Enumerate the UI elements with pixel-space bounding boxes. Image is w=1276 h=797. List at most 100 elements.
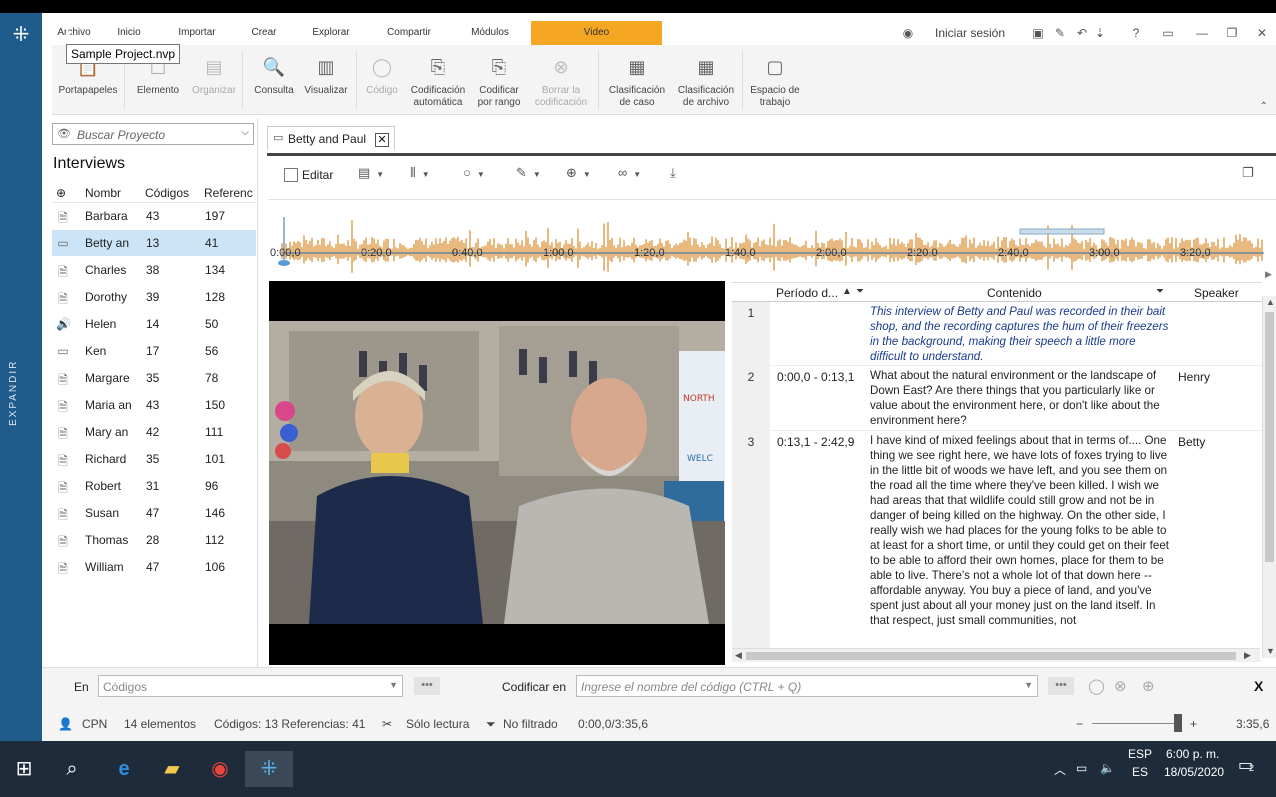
list-item[interactable]: 🗎 Susan 47 146 — [52, 500, 256, 526]
code-button[interactable]: ◯ Código — [360, 45, 404, 115]
column-content[interactable]: Contenido — [987, 286, 1042, 300]
visualize-button[interactable]: ▥ Visualizar — [300, 45, 352, 115]
file-explorer-icon[interactable]: ▰ — [148, 751, 196, 787]
scroll-thumb[interactable] — [1265, 312, 1274, 562]
search-project-input[interactable]: 👁 Buscar Proyecto ⌵ — [52, 123, 254, 145]
zoom-out-icon[interactable]: − — [1076, 717, 1083, 731]
close-window-icon[interactable]: ✕ — [1254, 21, 1270, 45]
tab-video[interactable]: Video — [531, 21, 662, 45]
edge-browser-icon[interactable]: e — [100, 751, 148, 787]
list-item[interactable]: 🗎 Dorothy 39 128 — [52, 284, 256, 310]
chrome-icon[interactable]: ◉ — [196, 751, 244, 787]
column-codes[interactable]: Códigos — [145, 186, 189, 200]
chevron-down-icon[interactable]: ⌵ — [241, 127, 249, 138]
tab-explorar[interactable]: Explorar — [304, 21, 358, 45]
transcript-row[interactable]: 1 This interview of Betty and Paul was re… — [732, 302, 1262, 366]
clock-time[interactable]: 6:00 p. m. — [1166, 747, 1219, 761]
column-name[interactable]: Nombr — [85, 186, 121, 200]
customize-icon[interactable]: ⇣ — [1092, 21, 1108, 45]
save-icon[interactable]: ▣ — [1030, 21, 1046, 45]
list-item[interactable]: ▭ Betty an 13 41 — [52, 230, 256, 256]
coding-range-marker[interactable] — [1019, 228, 1105, 235]
vertical-scrollbar[interactable]: ▲ ▼ — [1262, 296, 1276, 658]
row-content[interactable]: I have kind of mixed feelings about that… — [870, 433, 1172, 659]
search-icon[interactable]: ⌕ — [48, 751, 96, 787]
code-name-input[interactable]: Ingrese el nombre del código (CTRL + Q) … — [576, 675, 1038, 697]
playhead-handle[interactable] — [278, 260, 290, 266]
query-button[interactable]: 🔍 Consulta — [248, 45, 300, 115]
case-classification-button[interactable]: ▦ Clasificación de caso — [604, 45, 670, 115]
list-item[interactable]: 🗎 Maria an 43 150 — [52, 392, 256, 418]
network-icon[interactable]: ▭ — [1076, 761, 1087, 775]
coding-stripes-dropdown[interactable]: ⦀ ▼ — [410, 165, 430, 181]
add-column-icon[interactable]: ⊕ — [56, 186, 66, 200]
zoom-dropdown[interactable]: ⊕ ▼ — [566, 165, 591, 181]
list-item[interactable]: 🗎 Mary an 42 111 — [52, 419, 256, 445]
code-dropdown[interactable]: ○ ▼ — [463, 165, 485, 180]
undo-icon[interactable]: ↶ — [1074, 21, 1090, 45]
restore-icon[interactable]: ❐ — [1224, 21, 1240, 45]
list-item[interactable]: 🗎 Charles 38 134 — [52, 257, 256, 283]
uncode-button[interactable]: ⊗ Borrar la codificación — [530, 45, 592, 115]
tab-modulos[interactable]: Módulos — [462, 21, 518, 45]
zoom-slider-track[interactable] — [1092, 723, 1178, 724]
close-tab-icon[interactable]: ✕ — [375, 133, 389, 147]
scroll-left-icon[interactable]: ◀ — [735, 650, 742, 661]
clock-date[interactable]: 18/05/2020 — [1164, 765, 1224, 779]
help-icon[interactable]: ? — [1128, 21, 1144, 45]
code-range-button[interactable]: ⎘ Codificar por rango — [470, 45, 528, 115]
row-content[interactable]: This interview of Betty and Paul was rec… — [870, 304, 1172, 364]
sort-icon[interactable]: ▲ — [842, 286, 852, 297]
uncode-selection-icon[interactable]: ⊗ — [1114, 677, 1127, 695]
export-icon[interactable]: ⤓ — [670, 165, 676, 181]
column-period[interactable]: Período d... — [776, 286, 838, 300]
column-references[interactable]: Referenc — [204, 186, 253, 200]
transcript-row[interactable]: 2 0:00,0 - 0:13,1 What about the natural e… — [732, 366, 1262, 431]
collapse-ribbon-icon[interactable]: ⌃ — [1260, 101, 1268, 112]
scroll-up-icon[interactable]: ▲ — [1266, 297, 1275, 307]
list-item[interactable]: 🗎 Richard 35 101 — [52, 446, 256, 472]
code-selection-icon[interactable]: ◯ — [1088, 677, 1105, 695]
new-code-icon[interactable]: ⊕ — [1142, 677, 1155, 695]
list-item[interactable]: 🗎 Margare 35 78 — [52, 365, 256, 391]
edit-icon[interactable]: ✎ — [1052, 21, 1068, 45]
list-item[interactable]: 🗎 Robert 31 96 — [52, 473, 256, 499]
scroll-right-icon[interactable]: ▶ — [1244, 650, 1251, 661]
windows-start-icon[interactable]: ⊞ — [0, 751, 48, 787]
edit-checkbox[interactable] — [284, 168, 298, 182]
workspace-button[interactable]: ▢ Espacio de trabajo — [746, 45, 804, 115]
video-player[interactable]: NORTH WELC — [269, 281, 725, 665]
close-coding-bar-button[interactable]: X — [1254, 678, 1263, 694]
tab-importar[interactable]: Importar — [172, 21, 222, 45]
tab-compartir[interactable]: Compartir — [380, 21, 438, 45]
keyboard-layout[interactable]: ES — [1132, 765, 1148, 779]
expand-label[interactable]: EXPANDIR — [8, 343, 34, 443]
annotation-dropdown[interactable]: ▤ ▼ — [358, 165, 384, 181]
more-codes-button[interactable]: ••• — [1048, 677, 1074, 695]
undock-icon[interactable]: ❐ — [1242, 165, 1254, 181]
codes-dropdown[interactable]: Códigos ▼ — [98, 675, 403, 697]
organize-button[interactable]: ▤ Organizar — [186, 45, 242, 115]
transcript-row[interactable]: 3 0:13,1 - 2:42,9 I have kind of mixed fee… — [732, 431, 1262, 661]
tab-archivo[interactable]: Archivo — [52, 21, 96, 45]
signin-link[interactable]: Iniciar sesión — [935, 21, 1005, 45]
list-item[interactable]: 🗎 Thomas 28 112 — [52, 527, 256, 553]
audio-waveform[interactable]: ▶ 0:00,0 0:20,0 0:40,0 1:00,0 1:20,0 1:40,0 2:… — [268, 201, 1276, 279]
highlight-dropdown[interactable]: ✎ ▼ — [516, 165, 541, 181]
filter-icon[interactable]: ⏷ — [1156, 286, 1164, 297]
chevron-down-icon[interactable]: ▼ — [389, 680, 398, 690]
list-item[interactable]: ▭ Ken 17 56 — [52, 338, 256, 364]
hscroll-thumb[interactable] — [746, 652, 1236, 660]
minimize-icon[interactable]: — — [1194, 21, 1210, 45]
more-options-button[interactable]: ••• — [414, 677, 440, 695]
scroll-right-icon[interactable]: ▶ — [1265, 269, 1272, 279]
file-classification-button[interactable]: ▦ Clasificación de archivo — [672, 45, 740, 115]
list-item[interactable]: 🗎 Barbara 43 197 — [52, 203, 256, 229]
row-content[interactable]: What about the natural environment or th… — [870, 368, 1172, 429]
nvivo-logo-icon[interactable]: ⁜ — [9, 23, 33, 47]
chat-icon[interactable]: ▭ — [1160, 21, 1176, 45]
zoom-in-icon[interactable]: + — [1190, 717, 1197, 731]
zoom-slider-thumb[interactable] — [1174, 714, 1182, 732]
language-code[interactable]: ESP — [1128, 747, 1152, 761]
autocode-button[interactable]: ⎘ Codificación automática — [406, 45, 470, 115]
